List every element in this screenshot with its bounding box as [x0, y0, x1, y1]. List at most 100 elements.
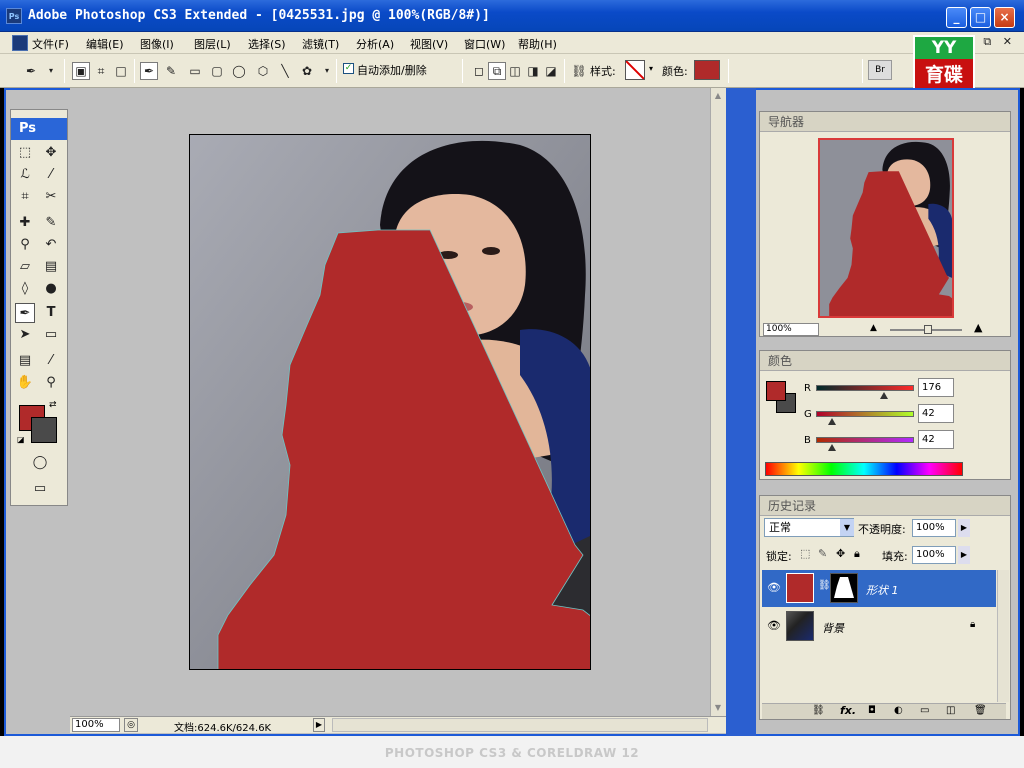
- new-layer-icon[interactable]: ◫: [946, 705, 955, 716]
- red-channel-slider[interactable]: [816, 385, 914, 391]
- type-tool-icon[interactable]: T: [41, 303, 61, 323]
- screen-mode-icon[interactable]: ▭: [29, 479, 51, 499]
- adjustment-layer-icon[interactable]: ◐: [894, 705, 903, 716]
- zoom-in-icon[interactable]: ▲: [974, 321, 982, 334]
- swap-colors-icon[interactable]: ⇄: [49, 400, 57, 410]
- create-new-shape-icon[interactable]: ◻: [470, 62, 488, 80]
- history-tab[interactable]: 历史记录: [760, 496, 1010, 516]
- freeform-pen-icon[interactable]: ✎: [162, 62, 180, 80]
- navigator-thumbnail[interactable]: [818, 138, 954, 318]
- zoom-field[interactable]: 100%: [72, 718, 120, 732]
- marquee-tool-icon[interactable]: ⬚: [15, 143, 35, 163]
- zoom-tool-icon[interactable]: ⚲: [41, 373, 61, 393]
- lock-pixels-icon[interactable]: ✎: [818, 547, 827, 560]
- blue-channel-slider[interactable]: [816, 437, 914, 443]
- lock-all-icon[interactable]: 🔒︎: [854, 547, 860, 561]
- lock-transparency-icon[interactable]: ⬚: [800, 547, 810, 560]
- line-icon[interactable]: ╲: [276, 62, 294, 80]
- color-panel-foreground-swatch[interactable]: [766, 381, 786, 401]
- blue-slider-knob[interactable]: [827, 444, 836, 451]
- pen-tool-preset-icon[interactable]: ✒: [22, 62, 40, 80]
- green-slider-knob[interactable]: [827, 418, 836, 425]
- layer-row-shape[interactable]: 👁︎ ⛓ 形状 1: [762, 570, 996, 607]
- vector-mask-thumbnail[interactable]: [830, 573, 858, 603]
- hand-tool-icon[interactable]: ✋: [15, 373, 35, 393]
- color-tab[interactable]: 颜色: [760, 351, 1010, 371]
- notes-tool-icon[interactable]: ▤: [15, 351, 35, 371]
- polygon-icon[interactable]: ⬡: [254, 62, 272, 80]
- menu-view[interactable]: 视图(V): [410, 36, 448, 52]
- crop-tool-icon[interactable]: ⌗: [15, 187, 35, 207]
- clone-stamp-tool-icon[interactable]: ⚲: [15, 235, 35, 255]
- link-layers-icon[interactable]: ⛓: [812, 705, 825, 716]
- add-to-shape-icon[interactable]: ⧉: [488, 62, 506, 80]
- exclude-overlap-icon[interactable]: ◪: [542, 62, 560, 80]
- pen-icon[interactable]: ✒: [140, 62, 158, 80]
- menu-analysis[interactable]: 分析(A): [356, 36, 394, 52]
- brush-tool-icon[interactable]: ✎: [41, 213, 61, 233]
- history-brush-tool-icon[interactable]: ↶: [41, 235, 61, 255]
- zoom-out-icon[interactable]: ▲: [870, 323, 877, 333]
- visibility-eye-icon[interactable]: 👁︎: [766, 619, 782, 633]
- subtract-shape-icon[interactable]: ◫: [506, 62, 524, 80]
- shape-color-thumbnail[interactable]: [786, 573, 814, 603]
- menu-filter[interactable]: 滤镜(T): [302, 36, 339, 52]
- move-tool-icon[interactable]: ✥: [41, 143, 61, 163]
- rectangle-icon[interactable]: ▭: [186, 62, 204, 80]
- image-canvas[interactable]: [189, 134, 591, 670]
- path-selection-tool-icon[interactable]: ➤: [15, 325, 35, 345]
- rectangle-tool-icon[interactable]: ▭: [41, 325, 61, 345]
- layers-scrollbar[interactable]: [997, 570, 1009, 702]
- close-button[interactable]: ×: [994, 7, 1015, 28]
- slice-tool-icon[interactable]: ✂: [41, 187, 61, 207]
- fill-field[interactable]: 100%: [912, 546, 956, 564]
- blue-value-field[interactable]: 42: [918, 430, 954, 449]
- navigator-zoom-field[interactable]: 100%: [763, 323, 819, 336]
- menu-help[interactable]: 帮助(H): [518, 36, 557, 52]
- link-style-icon[interactable]: ⛓: [570, 62, 588, 80]
- style-dropdown-icon[interactable]: ▾: [649, 64, 653, 73]
- document-window-controls[interactable]: ⧉ ✕: [983, 35, 1016, 49]
- layer-style-fx-icon[interactable]: fx.: [840, 704, 856, 717]
- pen-tool-icon[interactable]: ✒: [15, 303, 35, 323]
- lock-position-icon[interactable]: ✥: [836, 547, 845, 560]
- paths-mode-icon[interactable]: ⌗: [92, 62, 110, 80]
- menu-layer[interactable]: 图层(L): [194, 36, 231, 52]
- magic-wand-tool-icon[interactable]: ⁄: [41, 165, 61, 185]
- fill-arrow-icon[interactable]: ▶: [958, 546, 970, 564]
- menu-select[interactable]: 选择(S): [248, 36, 286, 52]
- green-value-field[interactable]: 42: [918, 404, 954, 423]
- ellipse-icon[interactable]: ◯: [230, 62, 248, 80]
- layer-name-background[interactable]: 背景: [822, 620, 844, 636]
- vertical-scrollbar[interactable]: [710, 88, 726, 716]
- style-swatch[interactable]: [625, 60, 645, 80]
- menu-edit[interactable]: 编辑(E): [86, 36, 124, 52]
- new-group-icon[interactable]: ▭: [920, 705, 929, 716]
- navigator-tab[interactable]: 导航器: [760, 112, 1010, 132]
- shape-layers-icon[interactable]: ▣: [72, 62, 90, 80]
- shape-color-swatch[interactable]: [694, 60, 720, 80]
- lasso-tool-icon[interactable]: ℒ: [15, 165, 35, 185]
- gradient-tool-icon[interactable]: ▤: [41, 257, 61, 277]
- eraser-tool-icon[interactable]: ▱: [15, 257, 35, 277]
- scroll-up-icon[interactable]: ▲: [710, 88, 726, 104]
- layer-row-background[interactable]: 👁︎ 背景 🔒︎: [762, 608, 996, 645]
- navigator-slider-knob[interactable]: [924, 325, 932, 334]
- intersect-shape-icon[interactable]: ◨: [524, 62, 542, 80]
- dodge-tool-icon[interactable]: ●: [41, 279, 61, 299]
- fill-pixels-icon[interactable]: □: [112, 62, 130, 80]
- default-colors-icon[interactable]: ◪: [17, 435, 25, 444]
- visibility-eye-icon[interactable]: 👁︎: [766, 581, 782, 595]
- opacity-field[interactable]: 100%: [912, 519, 956, 537]
- blur-tool-icon[interactable]: ◊: [15, 279, 35, 299]
- blend-mode-dropdown-icon[interactable]: ▼: [840, 519, 854, 536]
- red-value-field[interactable]: 176: [918, 378, 954, 397]
- shape-dropdown-icon[interactable]: ▾: [318, 62, 336, 80]
- auto-add-delete-checkbox[interactable]: ✓: [343, 63, 354, 74]
- rounded-rectangle-icon[interactable]: ▢: [208, 62, 226, 80]
- maximize-button[interactable]: □: [970, 7, 991, 28]
- quick-mask-icon[interactable]: ◯: [29, 453, 51, 473]
- opacity-arrow-icon[interactable]: ▶: [958, 519, 970, 537]
- menu-file[interactable]: 文件(F): [32, 36, 69, 52]
- color-spectrum-bar[interactable]: [765, 462, 963, 476]
